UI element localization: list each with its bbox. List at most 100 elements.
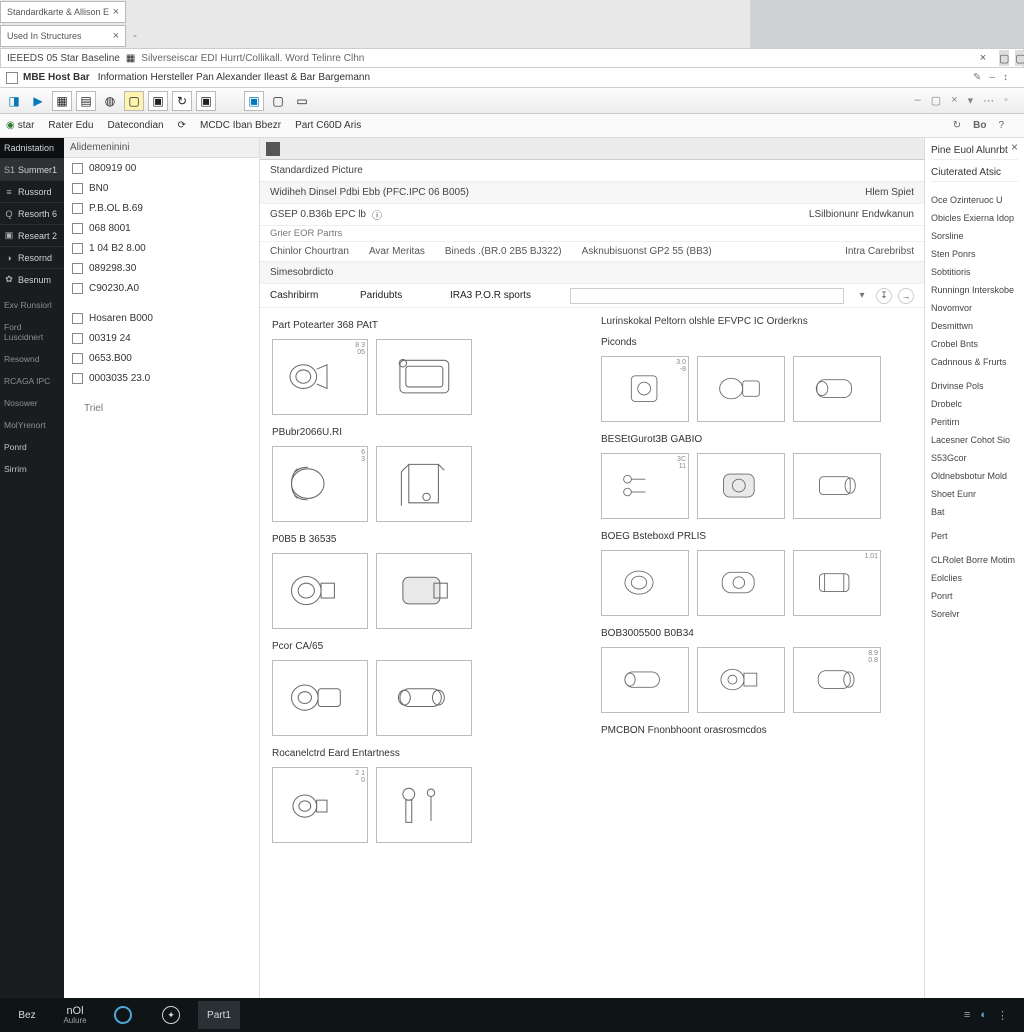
tray-icon[interactable]: ◐ — [980, 1009, 987, 1022]
part-thumb[interactable] — [697, 550, 785, 616]
tree-row[interactable]: 089298.30 — [64, 258, 259, 278]
rpanel-link[interactable]: Oldnebsbotur Mold — [931, 468, 1018, 484]
tab-close-icon[interactable]: × — [113, 30, 119, 42]
rail-item[interactable]: ◑Resornd — [0, 246, 64, 268]
part-thumb[interactable] — [601, 550, 689, 616]
taskbar-app-mb[interactable]: ✦ — [150, 1001, 192, 1029]
rpanel-link[interactable]: Runningn Interskobe — [931, 282, 1018, 298]
chevron-down-icon[interactable]: ▾ — [968, 94, 974, 107]
tab-close-icon[interactable]: × — [113, 6, 119, 18]
tree-row[interactable]: Hosaren B000 — [64, 308, 259, 328]
part-thumb[interactable]: 2 10 — [272, 767, 368, 843]
panel-icon[interactable]: ◨ — [4, 91, 24, 111]
tray-icon[interactable]: ≡ — [964, 1009, 970, 1022]
checkbox-icon[interactable] — [72, 283, 83, 294]
tree-row[interactable]: 0653.B00 — [64, 348, 259, 368]
rpanel-link[interactable]: Sorelvr — [931, 606, 1018, 622]
crumb[interactable]: Chinlor Chourtran — [270, 246, 349, 257]
part-thumb[interactable] — [376, 660, 472, 736]
part-thumb[interactable] — [697, 453, 785, 519]
app-icon[interactable]: ▢ — [1015, 50, 1024, 66]
checkbox-icon[interactable] — [72, 353, 83, 364]
part-thumb[interactable]: 8.90.8 — [793, 647, 881, 713]
rpanel-link[interactable]: Drobelc — [931, 396, 1018, 412]
calendar-icon[interactable]: ▦ — [126, 53, 135, 64]
action-icon[interactable]: → — [898, 288, 914, 304]
taskbar-app[interactable]: Part1 — [198, 1001, 240, 1029]
tree-row[interactable]: BN0 — [64, 178, 259, 198]
rpanel-link[interactable]: Peritirn — [931, 414, 1018, 430]
window-close-icon[interactable]: × — [973, 52, 993, 64]
rail-item[interactable]: QResorth 6 — [0, 202, 64, 224]
refresh-icon[interactable]: ↻ — [953, 120, 961, 131]
checkbox-icon[interactable] — [72, 373, 83, 384]
tb-ratio[interactable]: Rater Edu — [48, 120, 93, 131]
checkbox-icon[interactable] — [72, 203, 83, 214]
text-icon[interactable]: Bo — [973, 120, 986, 131]
crumb-right[interactable]: Intra Carebribst — [845, 246, 914, 257]
checkbox-icon[interactable] — [72, 263, 83, 274]
doc-icon[interactable]: ▤ — [76, 91, 96, 111]
part-thumb[interactable] — [272, 660, 368, 736]
tb-part[interactable]: Part C60D Aris — [295, 120, 361, 131]
rail-item[interactable]: S1Summer1 — [0, 158, 64, 180]
browser-tab-0[interactable]: Standardkarte & Allison Elements × — [0, 1, 126, 23]
browser-tab-1[interactable]: Used In Structures × — [0, 25, 126, 47]
note-icon[interactable]: ▢ — [124, 91, 144, 111]
checkbox-icon[interactable] — [72, 333, 83, 344]
rpanel-link[interactable]: Eolclies — [931, 570, 1018, 586]
part-thumb[interactable] — [793, 356, 881, 422]
tree-row[interactable]: 068 8001 — [64, 218, 259, 238]
taskbar-app-globe[interactable] — [102, 1001, 144, 1029]
close-icon[interactable]: × — [951, 94, 957, 107]
tb-star[interactable]: ◉star — [6, 120, 34, 131]
rpanel-link[interactable]: Novomvor — [931, 300, 1018, 316]
part-thumb[interactable] — [697, 356, 785, 422]
crumb[interactable]: Bineds .(BR.0 2B5 BJ322) — [445, 246, 562, 257]
rpanel-link[interactable]: Shoet Eunr — [931, 486, 1018, 502]
minimize-icon[interactable]: – — [989, 72, 995, 83]
rpanel-link[interactable]: Sorsline — [931, 228, 1018, 244]
rpanel-link[interactable]: Ponrt — [931, 588, 1018, 604]
filter-input[interactable] — [570, 288, 844, 304]
part-thumb[interactable] — [793, 453, 881, 519]
info-icon[interactable]: ⓘ — [372, 207, 382, 222]
rail-sub[interactable]: Ponrd — [0, 440, 64, 454]
tree-row[interactable]: 00319 24 — [64, 328, 259, 348]
checkbox-icon[interactable] — [6, 72, 18, 84]
image-icon[interactable]: ▣ — [196, 91, 216, 111]
rpanel-link[interactable]: CLRolet Borre Motim — [931, 552, 1018, 568]
rpanel-link[interactable]: Oce Ozinteruoc U — [931, 192, 1018, 208]
crumb[interactable]: Asknubisuonst GP2 55 (BB3) — [582, 246, 712, 257]
more-icon[interactable]: ⋯ — [983, 94, 994, 107]
tree-row[interactable]: 0003035 23.0 — [64, 368, 259, 388]
action-icon[interactable]: ↧ — [876, 288, 892, 304]
right-label[interactable]: LSilbionunr Endwkanun — [809, 209, 914, 220]
chevron-down-icon[interactable]: ▾ — [854, 290, 870, 301]
edit-icon[interactable]: ✎ — [973, 72, 981, 83]
taskbar-app[interactable]: nOl Aulure — [54, 1001, 96, 1029]
rpanel-link[interactable]: S53Gcor — [931, 450, 1018, 466]
taskbar-app[interactable]: Bez — [6, 1001, 48, 1029]
panel-close-icon[interactable]: × — [1011, 140, 1018, 154]
tree-row[interactable]: 080919 00 — [64, 158, 259, 178]
checkbox-icon[interactable] — [72, 223, 83, 234]
tb-refresh[interactable]: ⟳ — [178, 120, 186, 131]
settings-icon[interactable]: ◦ — [1004, 94, 1008, 107]
rail-sub[interactable]: Sirrirn — [0, 462, 64, 476]
part-thumb[interactable] — [697, 647, 785, 713]
tool-icon[interactable]: ◍ — [100, 91, 120, 111]
device-icon[interactable]: ▭ — [292, 91, 312, 111]
app-icon[interactable]: ▣ — [244, 91, 264, 111]
part-thumb[interactable] — [376, 446, 472, 522]
checkbox-icon[interactable] — [72, 163, 83, 174]
tb-midc[interactable]: MCDC Iban Bbezr — [200, 120, 281, 131]
part-thumb[interactable] — [601, 647, 689, 713]
rpanel-link[interactable]: Crobel Bnts — [931, 336, 1018, 352]
rpanel-link[interactable]: Pert — [931, 528, 1018, 544]
play-icon[interactable]: ▶ — [28, 91, 48, 111]
rpanel-link[interactable]: Bat — [931, 504, 1018, 520]
part-thumb[interactable] — [272, 553, 368, 629]
tool-icon[interactable]: ↕ — [1003, 72, 1008, 83]
rpanel-link[interactable]: Obicles Exierna Idop — [931, 210, 1018, 226]
